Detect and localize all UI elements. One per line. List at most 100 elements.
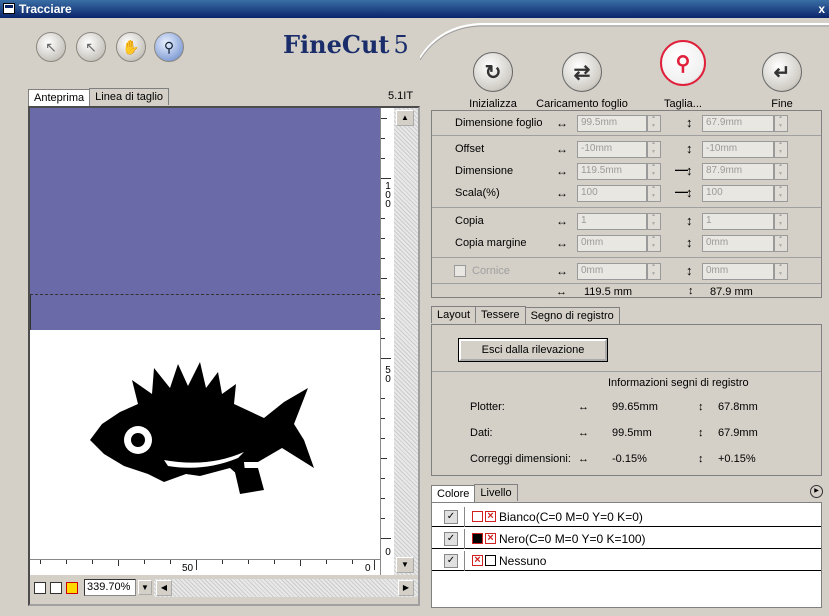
field-offset-h[interactable]: -10mm [577, 141, 647, 158]
window-title: Tracciare [19, 2, 72, 16]
direct-select-arrow-icon[interactable]: ↖ [76, 32, 106, 62]
vertical-arrow-icon: ↕ [686, 163, 693, 178]
field-cornice-h[interactable]: 0mm [577, 263, 647, 280]
hand-icon[interactable]: ✋ [116, 32, 146, 62]
ruler-v-label-0: 0 [385, 547, 391, 558]
reg-row-plotter: Plotter: ↔ 99.65mm ↕ 67.8mm [432, 401, 821, 417]
reg-value-v: 67.8mm [718, 401, 758, 413]
field-copia-margine-h[interactable]: 0mm [577, 235, 647, 252]
tab-colore[interactable]: Colore [431, 485, 476, 502]
layer-check-icon[interactable]: ✓ [444, 510, 458, 524]
reg-value-h: 99.5mm [612, 427, 652, 439]
field-offset-v[interactable]: -10mm [702, 141, 774, 158]
refresh-icon: ↻ [473, 52, 513, 92]
scroll-right-icon[interactable]: ▶ [398, 580, 414, 596]
field-scala-h[interactable]: 100 [577, 185, 647, 202]
layer-name: Nessuno [499, 554, 547, 568]
label-copia: Copia [455, 215, 484, 227]
spinner-icon[interactable] [647, 234, 661, 252]
horizontal-arrow-icon: ↔ [556, 286, 567, 298]
label-offset: Offset [455, 143, 485, 155]
initialize-button[interactable]: ↻ Inizializza [458, 52, 528, 110]
vertical-arrow-icon: ↕ [698, 453, 704, 465]
spinner-icon[interactable] [647, 262, 661, 280]
finish-button[interactable]: ↵ Fine [752, 52, 812, 110]
field-copia-margine-v[interactable]: 0mm [702, 235, 774, 252]
finecut-logo: FineCut 5 [283, 30, 409, 59]
label-scala: Scala(%) [455, 187, 500, 199]
spinner-icon[interactable] [774, 184, 788, 202]
scroll-left-icon[interactable]: ◀ [156, 580, 172, 596]
spinner-icon[interactable] [647, 162, 661, 180]
zoom-level[interactable]: 339.70% [84, 579, 136, 596]
field-copia-h[interactable]: 1 [577, 213, 647, 230]
tab-tessere[interactable]: Tessere [475, 306, 526, 323]
sheet-area [30, 108, 380, 330]
tab-segno-di-registro[interactable]: Segno di registro [524, 307, 620, 324]
fill-swatch [472, 511, 483, 522]
field-copia-v[interactable]: 1 [702, 213, 774, 230]
spinner-icon[interactable] [647, 184, 661, 202]
vertical-scrollbar[interactable]: ▲ ▼ [394, 108, 418, 575]
cut-icon: ⚲ [660, 40, 706, 86]
select-arrow-icon[interactable]: ↖ [36, 32, 66, 62]
fit-page-icon[interactable] [34, 582, 46, 594]
cornice-checkbox[interactable] [454, 265, 466, 277]
field-dimensione-h[interactable]: 119.5mm [577, 163, 647, 180]
spinner-icon[interactable] [774, 234, 788, 252]
field-dimensione-foglio-h[interactable]: 99.5mm [577, 115, 647, 132]
field-scala-v[interactable]: 100 [702, 185, 774, 202]
vertical-arrow-icon: ↕ [686, 263, 693, 278]
fit-width-icon[interactable] [50, 582, 62, 594]
field-cornice-v[interactable]: 0mm [702, 263, 774, 280]
spinner-icon[interactable] [647, 140, 661, 158]
zoom-icon[interactable]: ⚲ [154, 32, 184, 62]
label-cornice: Cornice [472, 265, 510, 277]
scale-label: 5.1IT [388, 90, 414, 102]
stroke-x-icon: × [485, 533, 496, 544]
spinner-icon[interactable] [647, 114, 661, 132]
close-icon[interactable]: x [818, 2, 825, 16]
initialize-label: Inizializza [469, 98, 517, 110]
zoom-selection-icon[interactable] [66, 582, 78, 594]
scroll-down-icon[interactable]: ▼ [396, 557, 414, 573]
tab-layout[interactable]: Layout [431, 306, 477, 323]
vertical-arrow-icon: ↕ [686, 213, 693, 228]
spinner-icon[interactable] [774, 212, 788, 230]
exit-detection-button[interactable]: Esci dalla rilevazione [458, 338, 608, 362]
totals-row: ↔ 119.5 mm ↕ 87.9 mm [432, 283, 821, 299]
layer-row[interactable]: ✓ × Nero(C=0 M=0 Y=0 K=100) [432, 529, 821, 549]
reg-row-dati: Dati: ↔ 99.5mm ↕ 67.9mm [432, 427, 821, 443]
row-copia: Copia ↔ 1 ↕ 1 [432, 211, 821, 231]
window-icon [3, 3, 15, 14]
tab-livello[interactable]: Livello [474, 484, 518, 501]
tab-anteprima[interactable]: Anteprima [28, 89, 91, 106]
layer-check-icon[interactable]: ✓ [444, 554, 458, 568]
title-bar: Tracciare x [0, 0, 829, 18]
color-layer-list: ✓ × Bianco(C=0 M=0 Y=0 K=0) ✓ × Nero(C=0… [431, 502, 822, 608]
zoom-dropdown-icon[interactable]: ▼ [138, 580, 152, 595]
preview-bottom-bar: 339.70% ▼ ◀ ▶ [30, 575, 418, 604]
layer-row[interactable]: ✓ × Bianco(C=0 M=0 Y=0 K=0) [432, 507, 821, 527]
spinner-icon[interactable] [774, 114, 788, 132]
row-dimensione-foglio: Dimensione foglio ↔ 99.5mm ↕ 67.9mm [432, 113, 821, 133]
horizontal-scrollbar[interactable]: ◀ ▶ [154, 579, 418, 597]
panel-menu-icon[interactable]: ▶ [810, 485, 823, 498]
spinner-icon[interactable] [774, 262, 788, 280]
feed-sheet-button[interactable]: ⇄ Caricamento foglio [534, 52, 630, 110]
field-dimensione-foglio-v[interactable]: 67.9mm [702, 115, 774, 132]
stroke-x-icon: × [485, 511, 496, 522]
cut-button[interactable]: ⚲ Taglia... [648, 40, 718, 110]
spinner-icon[interactable] [774, 140, 788, 158]
spinner-icon[interactable] [774, 162, 788, 180]
layer-check-icon[interactable]: ✓ [444, 532, 458, 546]
scroll-up-icon[interactable]: ▲ [396, 110, 414, 126]
spinner-icon[interactable] [647, 212, 661, 230]
reg-value-v: +0.15% [718, 453, 756, 465]
horizontal-arrow-icon: ↔ [556, 142, 568, 156]
row-cornice: Cornice ↔ 0mm ↕ 0mm [432, 261, 821, 281]
field-dimensione-v[interactable]: 87.9mm [702, 163, 774, 180]
layer-row[interactable]: ✓ × Nessuno [432, 551, 821, 571]
tab-linea-di-taglio[interactable]: Linea di taglio [89, 88, 170, 105]
preview-canvas[interactable] [30, 108, 380, 575]
